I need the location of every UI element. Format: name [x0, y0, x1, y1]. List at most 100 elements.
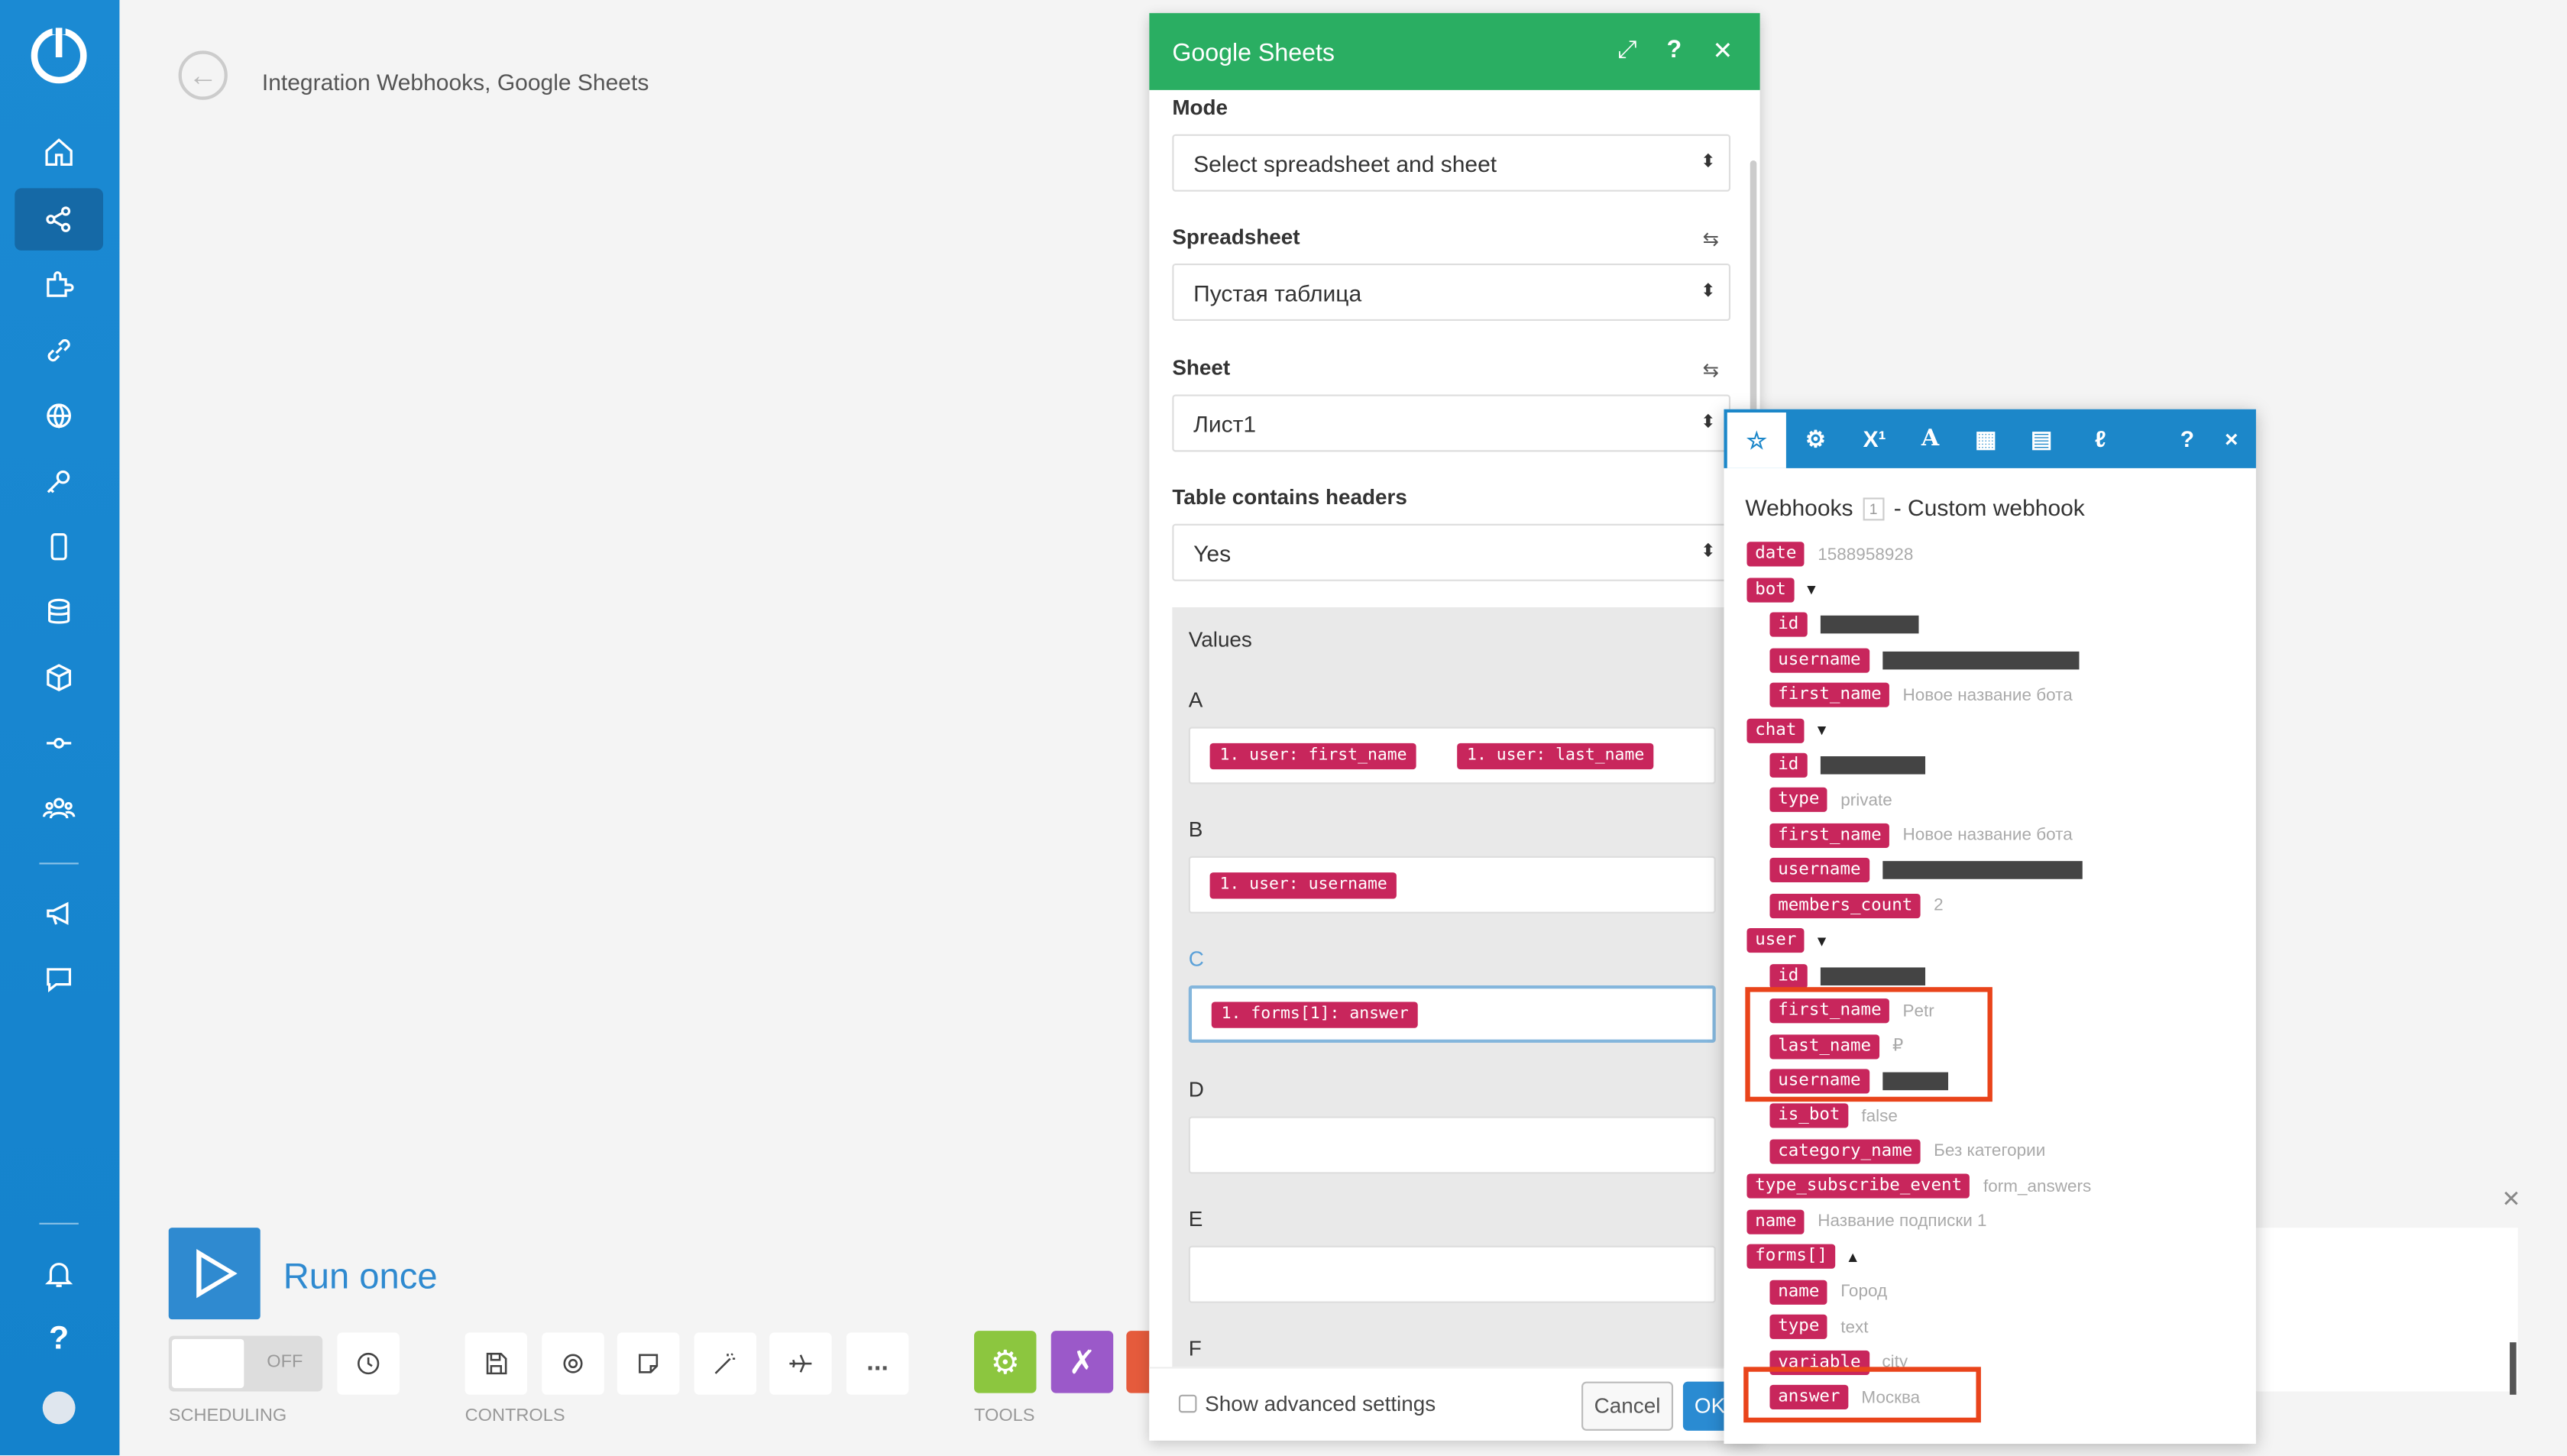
- advanced-label[interactable]: Show advanced settings: [1205, 1391, 1436, 1416]
- variable-tag[interactable]: id: [1769, 752, 1808, 778]
- variable-tag[interactable]: username: [1769, 858, 1869, 883]
- refresh-icon[interactable]: ⇆: [1703, 358, 1720, 381]
- variable-row[interactable]: type_subscribe_event form_answers: [1746, 1173, 2091, 1202]
- variable-row[interactable]: bot ▼: [1746, 575, 1819, 605]
- expand-icon[interactable]: ⤢: [1617, 36, 1637, 63]
- sheet-select[interactable]: Лист1: [1172, 394, 1731, 452]
- variable-tag[interactable]: name: [1746, 1209, 1805, 1234]
- headers-select[interactable]: Yes: [1172, 523, 1731, 581]
- share-icon[interactable]: [15, 188, 104, 251]
- settings-icon[interactable]: [542, 1332, 604, 1395]
- value-field-c[interactable]: 1. forms[1]: answer: [1188, 985, 1716, 1043]
- run-once-label[interactable]: Run once: [283, 1256, 438, 1299]
- variable-row[interactable]: date 1588958928: [1746, 540, 1913, 570]
- globe-icon[interactable]: [15, 385, 103, 447]
- home-icon[interactable]: [15, 121, 103, 183]
- variable-row[interactable]: id: [1769, 610, 1918, 640]
- variable-tag[interactable]: first_name: [1769, 823, 1890, 848]
- variable-tag[interactable]: category_name: [1769, 1139, 1921, 1164]
- mapped-pill[interactable]: 1. user: last_name: [1457, 743, 1655, 770]
- magic-wand-icon[interactable]: [694, 1332, 757, 1395]
- back-arrow-icon[interactable]: ←: [178, 50, 228, 100]
- run-once-button[interactable]: [168, 1228, 261, 1320]
- avatar[interactable]: [15, 1377, 103, 1438]
- calendar-icon[interactable]: ▦: [1957, 409, 2015, 468]
- variable-tag[interactable]: is_bot: [1769, 1104, 1849, 1129]
- variable-tag[interactable]: username: [1769, 647, 1869, 672]
- variable-tag[interactable]: type: [1769, 788, 1828, 813]
- mapped-pill[interactable]: 1. user: first_name: [1209, 743, 1417, 770]
- variable-row[interactable]: first_name Новое название бота: [1769, 681, 2073, 710]
- tools-extra-icon[interactable]: [1126, 1331, 1150, 1393]
- logo-icon[interactable]: [31, 24, 87, 84]
- variable-tag[interactable]: type: [1769, 1315, 1828, 1340]
- tools-wrench-icon[interactable]: ✗: [1050, 1331, 1114, 1393]
- expand-icon[interactable]: ▼: [1804, 581, 1818, 597]
- link-icon[interactable]: [15, 319, 103, 381]
- variable-row[interactable]: chat ▼: [1746, 716, 1829, 746]
- chat-icon[interactable]: [15, 948, 103, 1010]
- collapse-icon[interactable]: ▲: [1846, 1249, 1860, 1265]
- variable-row[interactable]: is_bot false: [1769, 1102, 1898, 1132]
- variable-row[interactable]: id: [1769, 751, 1925, 781]
- cancel-button[interactable]: Cancel: [1581, 1381, 1674, 1431]
- spreadsheet-select[interactable]: Пустая таблица: [1172, 264, 1731, 322]
- expand-icon[interactable]: ▼: [1814, 722, 1829, 738]
- variable-tag[interactable]: id: [1769, 612, 1808, 637]
- table-icon[interactable]: ▤: [2012, 409, 2071, 468]
- variable-tag[interactable]: date: [1746, 542, 1805, 568]
- variable-tag[interactable]: bot: [1746, 577, 1795, 602]
- advanced-checkbox[interactable]: [1178, 1394, 1197, 1413]
- close-icon[interactable]: ✕: [2501, 1185, 2520, 1212]
- superscript-icon[interactable]: X¹: [1845, 409, 1904, 468]
- value-field-e[interactable]: [1188, 1245, 1716, 1303]
- key-icon[interactable]: [15, 450, 103, 512]
- variable-tag[interactable]: first_name: [1769, 682, 1890, 707]
- team-icon[interactable]: [15, 778, 103, 840]
- math-icon[interactable]: ℓ: [2071, 409, 2130, 468]
- clock-icon[interactable]: [337, 1332, 400, 1395]
- puzzle-icon[interactable]: [15, 254, 103, 315]
- help-icon[interactable]: ?: [1666, 36, 1682, 63]
- variable-tag[interactable]: id: [1769, 963, 1808, 988]
- variable-row[interactable]: type private: [1769, 786, 1892, 816]
- device-icon[interactable]: [15, 516, 103, 578]
- value-field-b[interactable]: 1. user: username: [1188, 856, 1716, 914]
- tools-gear-icon[interactable]: ⚙: [974, 1331, 1037, 1393]
- mode-select[interactable]: Select spreadsheet and sheet: [1172, 134, 1731, 192]
- variable-row[interactable]: username: [1769, 856, 2082, 886]
- bell-icon[interactable]: [15, 1242, 103, 1304]
- database-icon[interactable]: [15, 581, 103, 643]
- save-icon[interactable]: [465, 1332, 528, 1395]
- help-icon[interactable]: ?: [15, 1308, 103, 1370]
- variable-tag[interactable]: chat: [1746, 717, 1805, 743]
- more-icon[interactable]: ...: [846, 1332, 909, 1395]
- variable-tag[interactable]: name: [1769, 1280, 1828, 1305]
- note-icon[interactable]: [617, 1332, 680, 1395]
- background-scrollbar[interactable]: [2510, 1342, 2517, 1395]
- mapped-pill[interactable]: 1. user: username: [1209, 872, 1397, 899]
- gear-icon[interactable]: ⚙: [1786, 409, 1845, 468]
- cube-icon[interactable]: [15, 646, 103, 708]
- airplane-icon[interactable]: [769, 1332, 832, 1395]
- variable-tag[interactable]: user: [1746, 928, 1805, 953]
- variable-row[interactable]: user ▼: [1746, 927, 1829, 956]
- variable-row[interactable]: forms[] ▲: [1746, 1242, 1860, 1272]
- close-icon[interactable]: ×: [2202, 409, 2261, 468]
- close-icon[interactable]: ✕: [1712, 36, 1733, 65]
- megaphone-icon[interactable]: [15, 882, 103, 944]
- variable-tag[interactable]: members_count: [1769, 893, 1921, 918]
- variable-row[interactable]: first_name Новое название бота: [1769, 821, 2073, 851]
- flow-icon[interactable]: [15, 712, 103, 774]
- value-field-d[interactable]: [1188, 1116, 1716, 1174]
- refresh-icon[interactable]: ⇆: [1703, 228, 1720, 251]
- variable-row[interactable]: name Название подписки 1: [1746, 1207, 1987, 1237]
- variable-row[interactable]: members_count 2: [1769, 891, 1944, 921]
- variable-row[interactable]: username: [1769, 645, 2079, 675]
- text-icon[interactable]: A: [1901, 409, 1960, 468]
- variable-tag[interactable]: type_subscribe_event: [1746, 1174, 1970, 1199]
- star-icon[interactable]: ☆: [1727, 413, 1786, 468]
- variable-row[interactable]: name Город: [1769, 1277, 1887, 1307]
- mapped-pill[interactable]: 1. forms[1]: answer: [1211, 1001, 1419, 1028]
- variable-row[interactable]: category_name Без категории: [1769, 1137, 2045, 1167]
